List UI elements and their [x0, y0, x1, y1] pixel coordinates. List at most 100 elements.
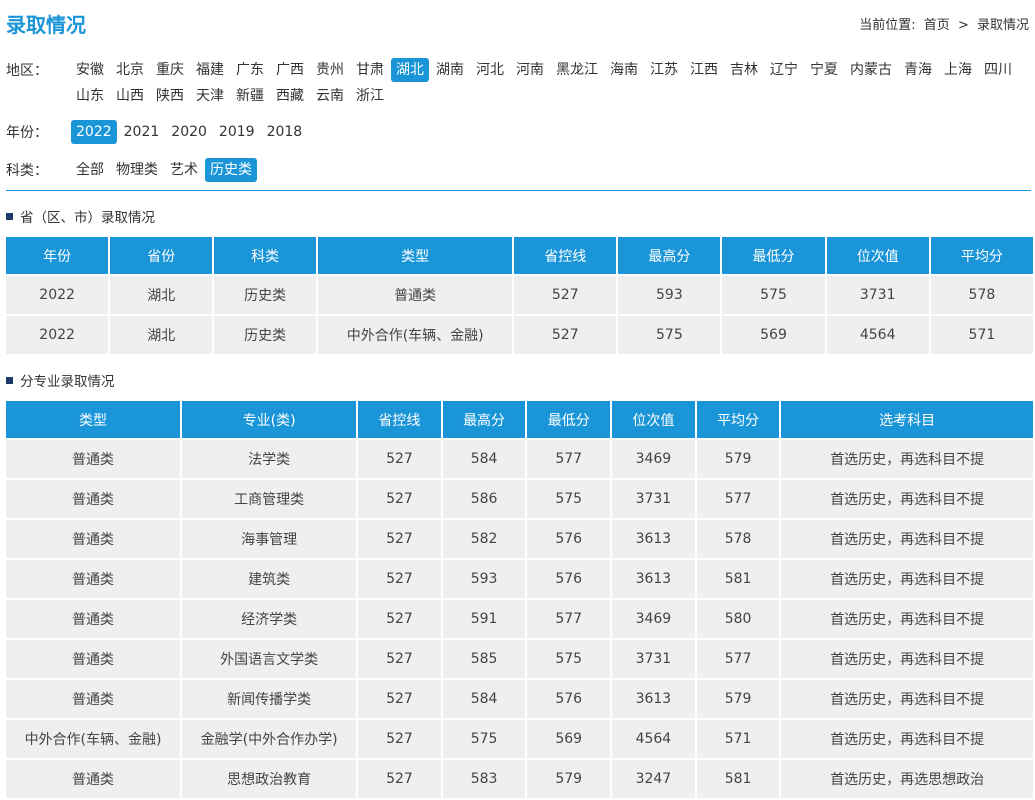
table-cell: 3613 — [612, 560, 695, 598]
table-cell: 527 — [358, 440, 441, 478]
table-cell: 普通类 — [6, 440, 181, 478]
column-header: 类型 — [318, 237, 513, 274]
region-option[interactable]: 湖北 — [391, 58, 429, 82]
subject-option[interactable]: 艺术 — [165, 158, 203, 182]
table-cell: 577 — [696, 640, 780, 678]
region-option[interactable]: 海南 — [605, 58, 643, 82]
table-row: 普通类 海事管理 527 582 576 3613 578 首选历史，再选科目不提 — [6, 520, 1033, 558]
table-cell: 首选历史，再选科目不提 — [781, 480, 1033, 518]
region-option[interactable]: 山西 — [111, 84, 149, 108]
region-option[interactable]: 陕西 — [151, 84, 189, 108]
region-option[interactable]: 福建 — [191, 58, 229, 82]
table-cell: 583 — [442, 760, 526, 798]
region-option[interactable]: 广西 — [271, 58, 309, 82]
table-cell: 普通类 — [6, 480, 181, 518]
year-filter-label: 年份： — [6, 125, 48, 141]
table-cell: 普通类 — [6, 520, 181, 558]
table-cell: 湖北 — [110, 276, 213, 314]
region-option[interactable]: 黑龙江 — [551, 58, 603, 82]
table-cell: 577 — [527, 600, 611, 638]
subject-option[interactable]: 全部 — [71, 158, 109, 182]
table-cell: 581 — [696, 760, 780, 798]
table-cell: 2022 — [6, 276, 109, 314]
year-option[interactable]: 2018 — [262, 120, 308, 144]
table-cell: 527 — [514, 316, 617, 354]
region-option[interactable]: 四川 — [979, 58, 1017, 82]
table-cell: 经济学类 — [182, 600, 357, 638]
table-cell: 576 — [527, 520, 611, 558]
region-option[interactable]: 河北 — [471, 58, 509, 82]
year-option[interactable]: 2019 — [214, 120, 260, 144]
major-table-body: 普通类 法学类 527 584 577 3469 579 首选历史，再选科目不提 普通类 工商管理… — [6, 440, 1033, 798]
region-option[interactable]: 宁夏 — [805, 58, 843, 82]
region-option[interactable]: 江苏 — [645, 58, 683, 82]
year-options: 2022 2021 2020 2019 2018 — [70, 120, 1035, 146]
column-header: 平均分 — [696, 401, 780, 438]
table-cell: 普通类 — [318, 276, 513, 314]
table-cell: 591 — [442, 600, 526, 638]
table-row: 中外合作(车辆、金融) 金融学(中外合作办学) 527 575 569 4564 571 首选… — [6, 720, 1033, 758]
region-option[interactable]: 湖南 — [431, 58, 469, 82]
table-cell: 中外合作(车辆、金融) — [6, 720, 181, 758]
breadcrumb-home-link[interactable]: 首页 — [924, 18, 950, 33]
table-cell: 579 — [696, 440, 780, 478]
table-cell: 575 — [722, 276, 825, 314]
region-option[interactable]: 甘肃 — [351, 58, 389, 82]
table-cell: 578 — [696, 520, 780, 558]
region-option[interactable]: 云南 — [311, 84, 349, 108]
table-cell: 580 — [696, 600, 780, 638]
table-row: 普通类 外国语言文学类 527 585 575 3731 577 首选历史，再选科目不提 — [6, 640, 1033, 678]
table-cell: 普通类 — [6, 640, 181, 678]
region-filter: 地区： 安徽 北京 重庆 福建 广东 广西 贵州 甘肃 湖北 湖南 河北 河南 黑龙江 海南 江苏 江西 吉林辽… — [6, 58, 1035, 110]
region-option[interactable]: 贵州 — [311, 58, 349, 82]
table-cell: 575 — [618, 316, 721, 354]
region-option[interactable]: 青海 — [899, 58, 937, 82]
subject-option[interactable]: 历史类 — [205, 158, 257, 182]
year-option[interactable]: 2021 — [119, 120, 165, 144]
region-option[interactable]: 新疆 — [231, 84, 269, 108]
table-cell: 584 — [442, 680, 526, 718]
table-cell: 3613 — [612, 680, 695, 718]
region-option[interactable]: 西藏 — [271, 84, 309, 108]
region-option[interactable]: 内蒙古 — [845, 58, 897, 82]
table-cell: 527 — [358, 520, 441, 558]
table-cell: 建筑类 — [182, 560, 357, 598]
table-cell: 577 — [527, 440, 611, 478]
table-row: 2022 湖北 历史类 普通类 527 593 575 3731 578 — [6, 276, 1033, 314]
region-option[interactable]: 吉林 — [725, 58, 763, 82]
table-cell: 575 — [527, 480, 611, 518]
major-section-title: 分专业录取情况 — [20, 374, 115, 390]
region-option[interactable]: 上海 — [939, 58, 977, 82]
region-option[interactable]: 山东 — [71, 84, 109, 108]
table-cell: 577 — [696, 480, 780, 518]
table-cell: 579 — [696, 680, 780, 718]
region-option[interactable]: 江西 — [685, 58, 723, 82]
region-option[interactable]: 广东 — [231, 58, 269, 82]
table-cell: 工商管理类 — [182, 480, 357, 518]
year-option[interactable]: 2020 — [166, 120, 212, 144]
subject-option[interactable]: 物理类 — [111, 158, 163, 182]
table-cell: 普通类 — [6, 760, 181, 798]
column-header: 类型 — [6, 401, 181, 438]
region-option[interactable]: 重庆 — [151, 58, 189, 82]
region-option[interactable]: 安徽 — [71, 58, 109, 82]
table-cell: 首选历史，再选科目不提 — [781, 520, 1033, 558]
region-option[interactable]: 河南 — [511, 58, 549, 82]
table-cell: 3247 — [612, 760, 695, 798]
region-option[interactable]: 辽宁 — [765, 58, 803, 82]
region-option[interactable]: 浙江 — [351, 84, 389, 108]
column-header: 平均分 — [930, 237, 1033, 274]
table-row: 2022 湖北 历史类 中外合作(车辆、金融) 527 575 569 4564 571 — [6, 316, 1033, 354]
year-option[interactable]: 2022 — [71, 120, 117, 144]
table-cell: 3469 — [612, 600, 695, 638]
table-cell: 普通类 — [6, 680, 181, 718]
subject-filter-label: 科类： — [6, 163, 48, 179]
region-option[interactable]: 天津 — [191, 84, 229, 108]
table-cell: 576 — [527, 560, 611, 598]
region-option[interactable]: 北京 — [111, 58, 149, 82]
table-cell: 527 — [358, 680, 441, 718]
column-header: 年份 — [6, 237, 109, 274]
column-header: 省控线 — [514, 237, 617, 274]
table-row: 普通类 法学类 527 584 577 3469 579 首选历史，再选科目不提 — [6, 440, 1033, 478]
table-row: 普通类 工商管理类 527 586 575 3731 577 首选历史，再选科目不提 — [6, 480, 1033, 518]
